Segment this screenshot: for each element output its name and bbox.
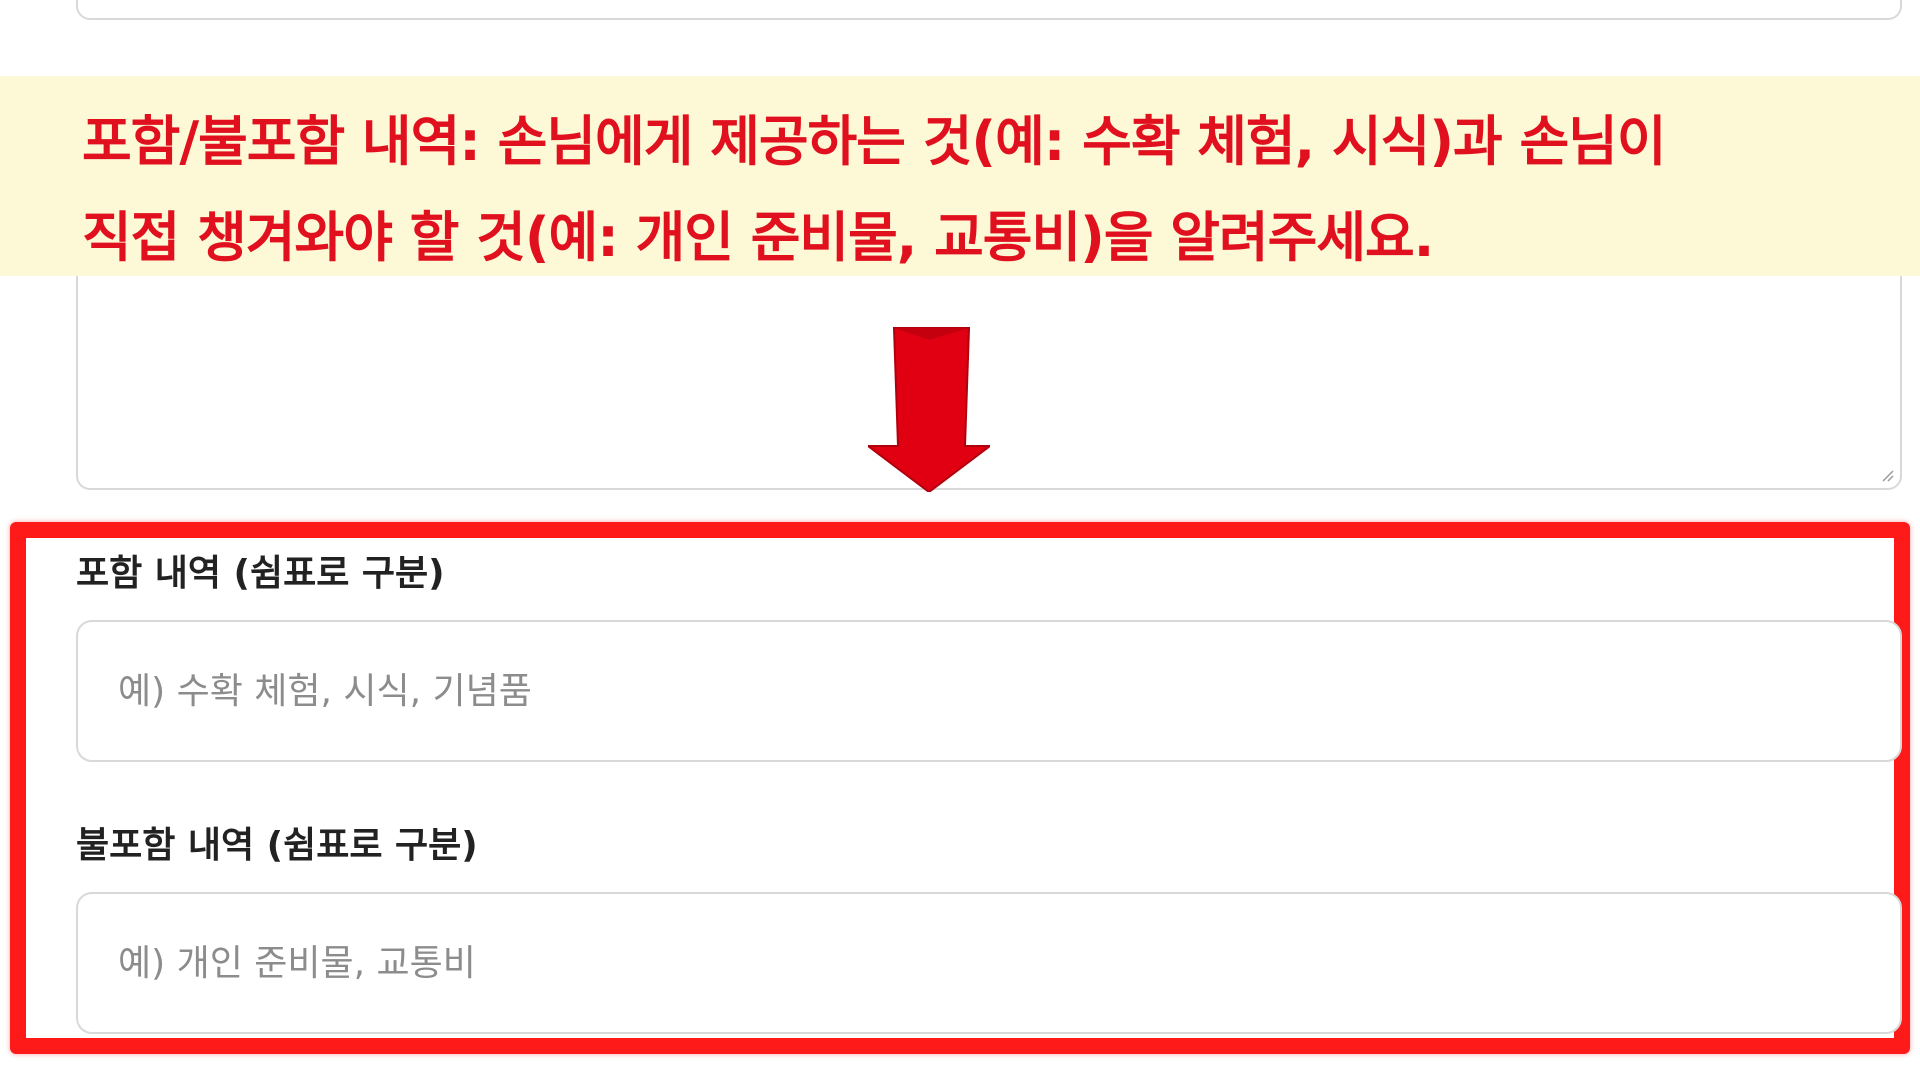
instruction-line-1: 포함/불포함 내역: 손님에게 제공하는 것(예: 수확 체험, 시식)과 손님… bbox=[82, 110, 1667, 173]
instruction-line-2: 직접 챙겨와야 할 것(예: 개인 준비물, 교통비)을 알려주세요. bbox=[82, 206, 1434, 269]
previous-input-field[interactable] bbox=[76, 0, 1902, 20]
resize-handle-icon[interactable] bbox=[1880, 468, 1894, 482]
included-label: 포함 내역 (쉼표로 구분) bbox=[76, 553, 445, 594]
excluded-label: 불포함 내역 (쉼표로 구분) bbox=[76, 825, 478, 866]
included-input[interactable] bbox=[76, 620, 1902, 762]
instruction-banner: 포함/불포함 내역: 손님에게 제공하는 것(예: 수확 체험, 시식)과 손님… bbox=[0, 76, 1920, 276]
page: 포함/불포함 내역: 손님에게 제공하는 것(예: 수확 체험, 시식)과 손님… bbox=[0, 0, 1920, 1080]
excluded-input[interactable] bbox=[76, 892, 1902, 1034]
down-arrow-icon bbox=[868, 327, 990, 492]
